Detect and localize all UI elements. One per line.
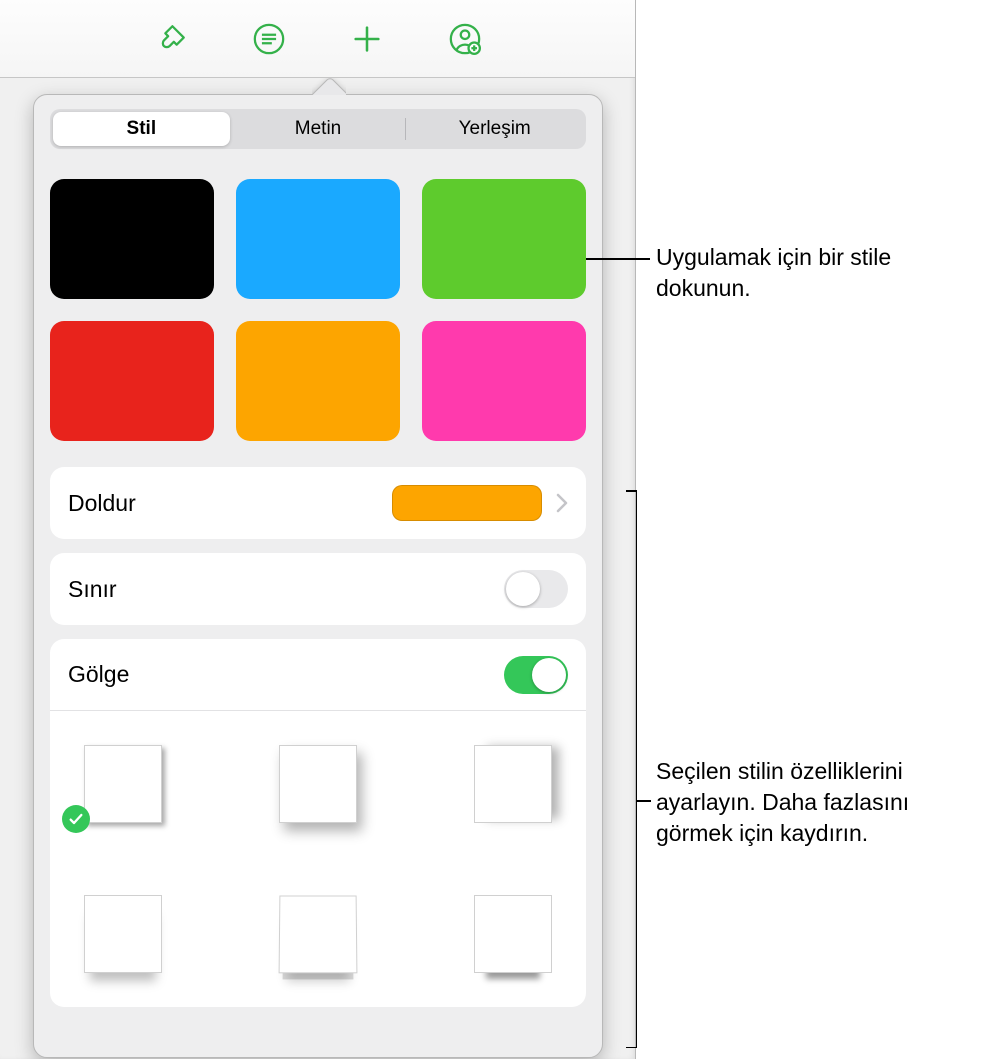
shadow-option-drop-soft[interactable] bbox=[255, 729, 380, 839]
callout-line bbox=[586, 258, 650, 260]
tab-text[interactable]: Metin bbox=[230, 112, 407, 146]
border-group: Sınır bbox=[50, 553, 586, 625]
brush-icon[interactable] bbox=[153, 21, 189, 57]
shadow-preview bbox=[279, 745, 357, 823]
format-popover: Stil Metin Yerleşim Doldur bbox=[33, 94, 603, 1058]
border-toggle[interactable] bbox=[504, 570, 568, 608]
shadow-toggle[interactable] bbox=[504, 656, 568, 694]
style-swatch-blue[interactable] bbox=[236, 179, 400, 299]
style-swatch-grid bbox=[50, 179, 586, 441]
tab-style[interactable]: Stil bbox=[53, 112, 230, 146]
shadow-preview bbox=[84, 895, 162, 973]
shadow-preview bbox=[474, 745, 552, 823]
shadow-option-side-right[interactable] bbox=[451, 729, 576, 839]
shadow-option-curved-page[interactable] bbox=[255, 879, 380, 989]
callout-adjust-properties: Seçilen stilin özelliklerini ayarlayın. … bbox=[656, 756, 976, 849]
tab-arrange[interactable]: Yerleşim bbox=[406, 112, 583, 146]
fill-group: Doldur bbox=[50, 467, 586, 539]
app-frame: Stil Metin Yerleşim Doldur bbox=[0, 0, 636, 1059]
fill-label: Doldur bbox=[68, 490, 392, 517]
style-swatch-red[interactable] bbox=[50, 321, 214, 441]
fill-color-swatch[interactable] bbox=[392, 485, 542, 521]
chevron-right-icon bbox=[556, 493, 568, 513]
border-label: Sınır bbox=[68, 576, 504, 603]
tab-label: Yerleşim bbox=[459, 118, 531, 140]
popover-pointer bbox=[312, 78, 346, 95]
callout-bracket bbox=[636, 490, 637, 1048]
collaborate-icon[interactable] bbox=[447, 21, 483, 57]
shadow-options-grid bbox=[50, 711, 586, 1007]
shadow-option-flat-under[interactable] bbox=[451, 879, 576, 989]
border-row: Sınır bbox=[50, 553, 586, 625]
tab-label: Metin bbox=[295, 118, 341, 140]
callout-style-tap: Uygulamak için bir stile dokunun. bbox=[656, 242, 956, 304]
list-icon[interactable] bbox=[251, 21, 287, 57]
check-icon bbox=[62, 805, 90, 833]
shadow-option-drop-small[interactable] bbox=[60, 729, 185, 839]
tab-label: Stil bbox=[127, 118, 157, 140]
style-swatch-magenta[interactable] bbox=[422, 321, 586, 441]
shadow-label: Gölge bbox=[68, 661, 504, 688]
shadow-option-contact-below[interactable] bbox=[60, 879, 185, 989]
add-icon[interactable] bbox=[349, 21, 385, 57]
shadow-preview bbox=[474, 895, 552, 973]
style-swatch-orange[interactable] bbox=[236, 321, 400, 441]
shadow-preview bbox=[279, 895, 358, 973]
style-swatch-black[interactable] bbox=[50, 179, 214, 299]
shadow-group: Gölge bbox=[50, 639, 586, 1007]
shadow-row: Gölge bbox=[50, 639, 586, 711]
toolbar bbox=[0, 0, 635, 78]
style-swatch-green[interactable] bbox=[422, 179, 586, 299]
format-tabs: Stil Metin Yerleşim bbox=[50, 109, 586, 149]
shadow-preview bbox=[84, 745, 162, 823]
fill-row[interactable]: Doldur bbox=[50, 467, 586, 539]
callout-line bbox=[637, 800, 651, 802]
